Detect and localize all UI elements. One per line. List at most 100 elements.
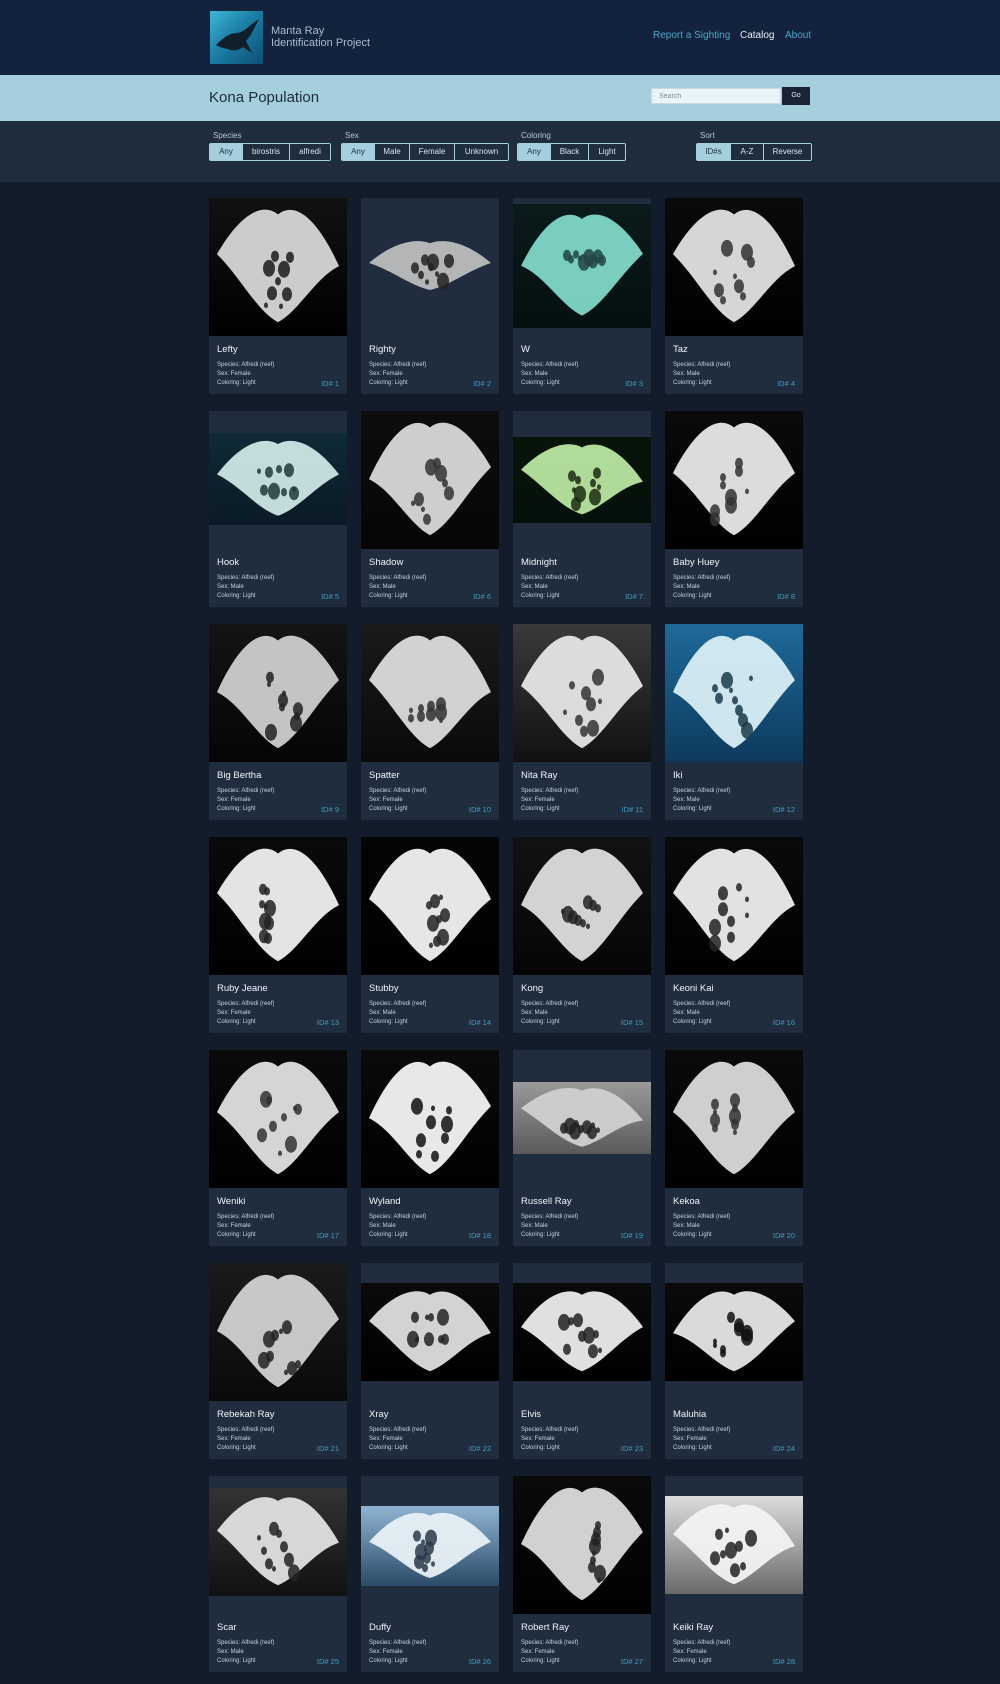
manta-card[interactable]: Robert Ray Species: Alfredi (reef) Sex: Fe… [513,1476,651,1672]
manta-photo[interactable] [513,411,651,549]
sex-any-button[interactable]: Any [342,144,375,160]
manta-name[interactable]: Maluhia [673,1409,706,1420]
manta-name[interactable]: Rebekah Ray [217,1409,275,1420]
manta-name[interactable]: Taz [673,344,688,355]
manta-photo[interactable] [513,1050,651,1188]
manta-card[interactable]: Midnight Species: Alfredi (reef) Sex: Male… [513,411,651,607]
manta-logo-icon[interactable] [210,11,263,64]
manta-card[interactable]: Righty Species: Alfredi (reef) Sex: Female… [361,198,499,394]
manta-name[interactable]: Russell Ray [521,1196,572,1207]
manta-name[interactable]: Xray [369,1409,389,1420]
manta-photo[interactable] [361,624,499,762]
manta-card[interactable]: Scar Species: Alfredi (reef) Sex: Male Colo… [209,1476,347,1672]
manta-name[interactable]: Big Bertha [217,770,261,781]
go-button[interactable]: Go [782,87,810,105]
manta-card[interactable]: Taz Species: Alfredi (reef) Sex: Male Color… [665,198,803,394]
species-any-button[interactable]: Any [210,144,243,160]
manta-photo[interactable] [209,1263,347,1401]
manta-photo[interactable] [361,1476,499,1614]
manta-photo[interactable] [209,837,347,975]
manta-photo[interactable] [513,624,651,762]
manta-photo[interactable] [665,837,803,975]
manta-name[interactable]: Stubby [369,983,399,994]
manta-card[interactable]: Baby Huey Species: Alfredi (reef) Sex: Mal… [665,411,803,607]
species-birostris-button[interactable]: birostris [243,144,290,160]
nav-catalog[interactable]: Catalog [740,30,774,41]
manta-card[interactable]: Maluhia Species: Alfredi (reef) Sex: Femal… [665,1263,803,1459]
species-alfredi-button[interactable]: alfredi [290,144,330,160]
manta-name[interactable]: Spatter [369,770,400,781]
manta-card[interactable]: Weniki Species: Alfredi (reef) Sex: Female… [209,1050,347,1246]
manta-card[interactable]: Kong Species: Alfredi (reef) Sex: Male Colo… [513,837,651,1033]
manta-name[interactable]: Scar [217,1622,237,1633]
sex-male-button[interactable]: Male [375,144,410,160]
manta-photo[interactable] [665,1476,803,1614]
manta-photo[interactable] [665,624,803,762]
coloring-light-button[interactable]: Light [589,144,625,160]
sort-reverse-button[interactable]: Reverse [764,144,811,160]
manta-card[interactable]: W Species: Alfredi (reef) Sex: Male Colorin… [513,198,651,394]
manta-name[interactable]: Righty [369,344,396,355]
manta-photo[interactable] [513,1263,651,1401]
manta-card[interactable]: Duffy Species: Alfredi (reef) Sex: Female C… [361,1476,499,1672]
manta-card[interactable]: Shadow Species: Alfredi (reef) Sex: Male Co… [361,411,499,607]
manta-name[interactable]: Keoni Kai [673,983,714,994]
manta-photo[interactable] [513,1476,651,1614]
brand-title[interactable]: Manta Ray Identification Project [271,25,370,49]
sort-ids-button[interactable]: ID#s [697,144,731,160]
sort-az-button[interactable]: A-Z [731,144,764,160]
manta-card[interactable]: Rebekah Ray Species: Alfredi (reef) Sex: F… [209,1263,347,1459]
search-input[interactable] [651,88,781,104]
manta-photo[interactable] [209,1050,347,1188]
manta-name[interactable]: Elvis [521,1409,541,1420]
manta-name[interactable]: Iki [673,770,683,781]
manta-photo[interactable] [361,198,499,336]
manta-card[interactable]: Spatter Species: Alfredi (reef) Sex: Femal… [361,624,499,820]
manta-photo[interactable] [665,1263,803,1401]
manta-name[interactable]: Robert Ray [521,1622,569,1633]
manta-photo[interactable] [665,1050,803,1188]
manta-card[interactable]: Keiki Ray Species: Alfredi (reef) Sex: Fem… [665,1476,803,1672]
manta-name[interactable]: Nita Ray [521,770,557,781]
manta-card[interactable]: Iki Species: Alfredi (reef) Sex: Male Color… [665,624,803,820]
manta-name[interactable]: W [521,344,530,355]
nav-about[interactable]: About [785,30,811,41]
manta-name[interactable]: Ruby Jeane [217,983,268,994]
manta-card[interactable]: Hook Species: Alfredi (reef) Sex: Male Colo… [209,411,347,607]
coloring-black-button[interactable]: Black [551,144,589,160]
manta-photo[interactable] [361,1050,499,1188]
manta-photo[interactable] [209,198,347,336]
manta-name[interactable]: Hook [217,557,239,568]
manta-card[interactable]: Kekoa Species: Alfredi (reef) Sex: Male Col… [665,1050,803,1246]
manta-name[interactable]: Wyland [369,1196,401,1207]
manta-photo[interactable] [361,1263,499,1401]
manta-card[interactable]: Russell Ray Species: Alfredi (reef) Sex: M… [513,1050,651,1246]
manta-photo[interactable] [209,411,347,549]
manta-photo[interactable] [361,411,499,549]
manta-name[interactable]: Duffy [369,1622,391,1633]
nav-report-sighting[interactable]: Report a Sighting [653,30,730,41]
sex-female-button[interactable]: Female [410,144,455,160]
manta-card[interactable]: Lefty Species: Alfredi (reef) Sex: Female C… [209,198,347,394]
manta-name[interactable]: Weniki [217,1196,245,1207]
manta-card[interactable]: Stubby Species: Alfredi (reef) Sex: Male Co… [361,837,499,1033]
manta-photo[interactable] [209,1476,347,1614]
manta-photo[interactable] [513,837,651,975]
manta-name[interactable]: Baby Huey [673,557,719,568]
manta-card[interactable]: Elvis Species: Alfredi (reef) Sex: Female C… [513,1263,651,1459]
manta-name[interactable]: Lefty [217,344,238,355]
manta-card[interactable]: Nita Ray Species: Alfredi (reef) Sex: Fema… [513,624,651,820]
manta-card[interactable]: Keoni Kai Species: Alfredi (reef) Sex: Mal… [665,837,803,1033]
manta-photo[interactable] [513,198,651,336]
manta-name[interactable]: Kong [521,983,543,994]
manta-photo[interactable] [361,837,499,975]
manta-photo[interactable] [665,411,803,549]
manta-card[interactable]: Wyland Species: Alfredi (reef) Sex: Male Co… [361,1050,499,1246]
manta-card[interactable]: Ruby Jeane Species: Alfredi (reef) Sex: Fe… [209,837,347,1033]
sex-unknown-button[interactable]: Unknown [455,144,508,160]
manta-name[interactable]: Kekoa [673,1196,700,1207]
manta-name[interactable]: Keiki Ray [673,1622,713,1633]
manta-photo[interactable] [209,624,347,762]
coloring-any-button[interactable]: Any [518,144,551,160]
manta-name[interactable]: Shadow [369,557,403,568]
